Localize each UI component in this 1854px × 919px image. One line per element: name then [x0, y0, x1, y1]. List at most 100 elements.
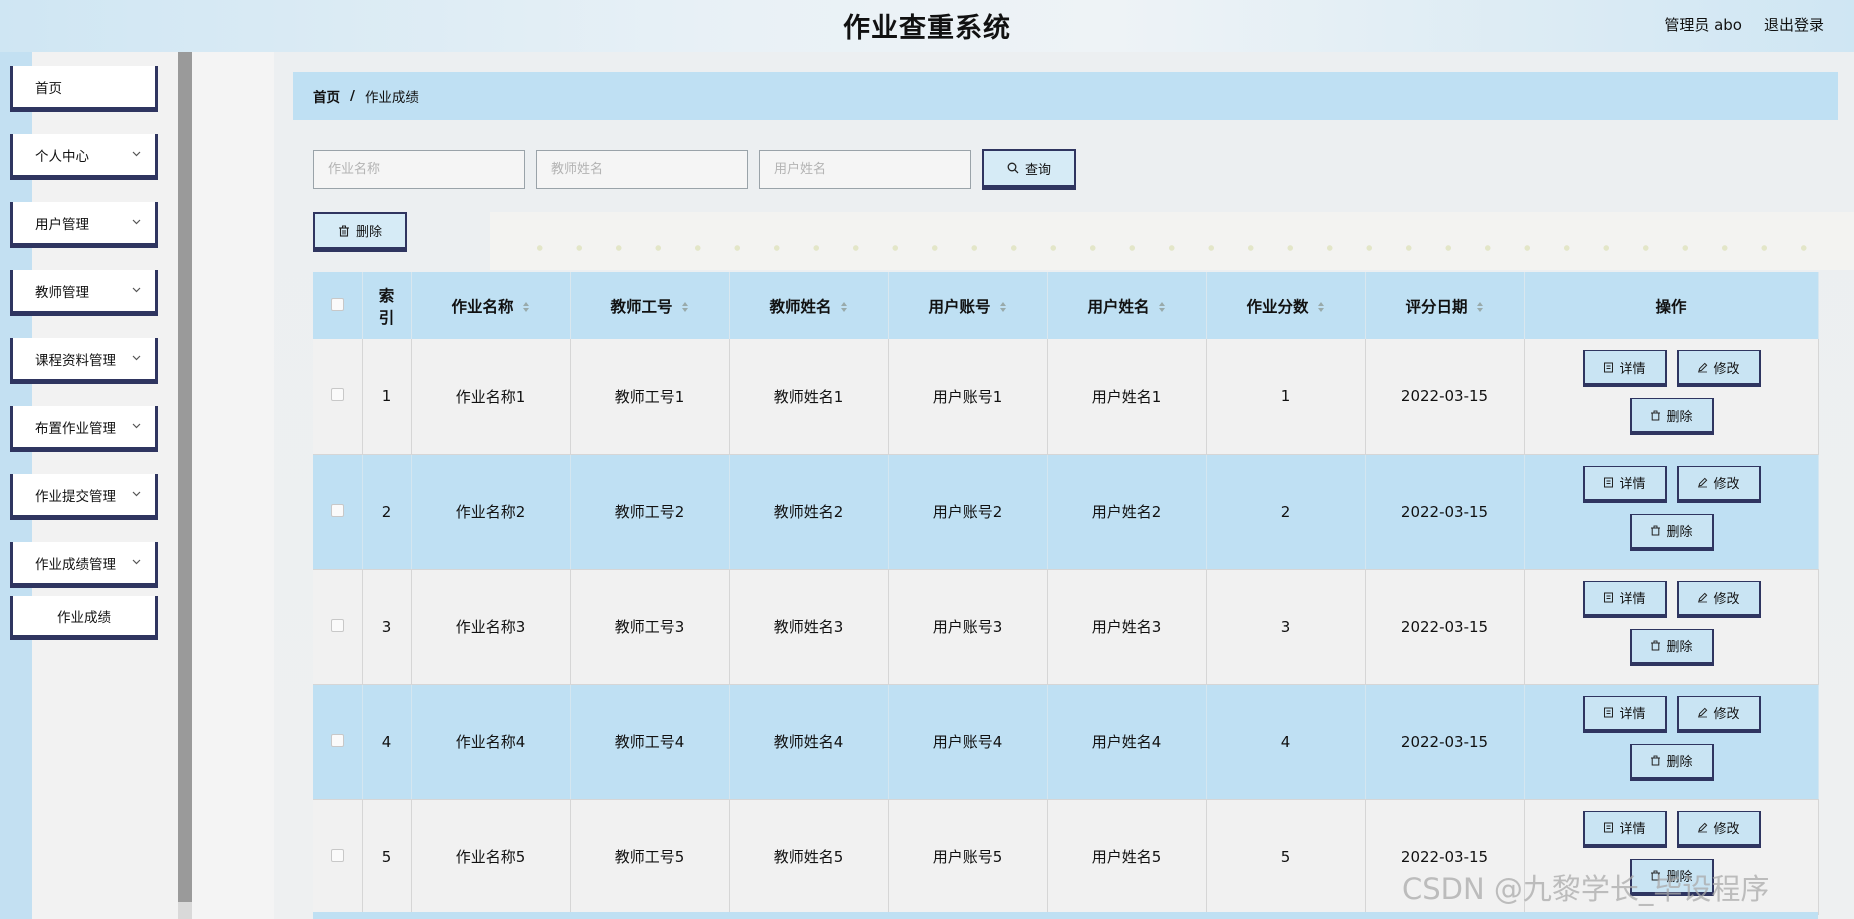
cell-teacher-no: 教师工号5 — [570, 799, 730, 915]
sort-icon[interactable] — [1476, 301, 1484, 313]
header-user-name[interactable]: 用户姓名 — [1047, 272, 1207, 339]
chevron-down-icon — [132, 219, 141, 225]
row-checkbox[interactable] — [330, 618, 344, 632]
sidebar-item-label: 作业提交管理 — [35, 488, 116, 505]
edit-button[interactable]: 修改 — [1676, 350, 1761, 387]
cell-homework-name: 作业名称3 — [411, 569, 571, 685]
sidebar-item-7[interactable]: 作业成绩管理 — [10, 542, 158, 588]
sidebar-subitem-homework-grades[interactable]: 作业成绩 — [10, 596, 158, 640]
sidebar-item-label: 作业成绩管理 — [35, 556, 116, 573]
results-table: 索引 作业名称 教师工号 教师姓名 用户账号 用户姓名 作业分数 评分日期 操作… — [313, 272, 1819, 915]
pencil-icon — [1698, 477, 1708, 488]
detail-button[interactable]: 详情 — [1582, 810, 1667, 848]
edit-button[interactable]: 修改 — [1676, 465, 1761, 503]
delete-button[interactable]: 删除 — [1629, 398, 1714, 435]
sidebar-item-2[interactable]: 用户管理 — [10, 202, 158, 248]
edit-label: 修改 — [1713, 822, 1740, 837]
trash-icon — [1651, 640, 1661, 651]
cell-teacher-name: 教师姓名2 — [729, 454, 889, 570]
edit-button[interactable]: 修改 — [1676, 695, 1761, 733]
edit-button[interactable]: 修改 — [1676, 810, 1761, 848]
cell-score: 1 — [1206, 339, 1366, 455]
header-user-account[interactable]: 用户账号 — [888, 272, 1048, 339]
detail-label: 详情 — [1619, 707, 1646, 722]
delete-label: 删除 — [1666, 409, 1693, 425]
row-checkbox[interactable] — [330, 848, 344, 862]
homework-name-input[interactable] — [313, 150, 525, 189]
detail-button[interactable]: 详情 — [1582, 695, 1667, 733]
detail-button[interactable]: 详情 — [1582, 350, 1667, 387]
delete-button[interactable]: 删除 — [1629, 513, 1714, 551]
header-teacher-no[interactable]: 教师工号 — [570, 272, 730, 339]
detail-button[interactable]: 详情 — [1582, 580, 1667, 618]
edit-label: 修改 — [1713, 592, 1740, 607]
pencil-icon — [1698, 592, 1708, 603]
document-icon — [1604, 592, 1614, 603]
sidebar-subitem-label: 作业成绩 — [57, 609, 111, 626]
cell-actions: 详情 修改删除 — [1524, 569, 1819, 685]
sort-icon[interactable] — [522, 301, 530, 313]
breadcrumb-home[interactable]: 首页 — [313, 86, 340, 106]
document-icon — [1604, 477, 1614, 488]
row-checkbox[interactable] — [330, 733, 344, 747]
header-homework-name[interactable]: 作业名称 — [411, 272, 571, 339]
trash-icon — [1651, 755, 1661, 766]
sort-icon[interactable] — [1317, 301, 1325, 313]
header-date[interactable]: 评分日期 — [1365, 272, 1525, 339]
sort-icon[interactable] — [999, 301, 1007, 313]
document-icon — [1604, 822, 1614, 833]
detail-label: 详情 — [1619, 822, 1646, 837]
logout-link[interactable]: 退出登录 — [1764, 14, 1824, 35]
select-all-header — [313, 272, 363, 339]
edit-button[interactable]: 修改 — [1676, 580, 1761, 618]
select-all-checkbox[interactable] — [330, 297, 344, 311]
sidebar-item-4[interactable]: 课程资料管理 — [10, 338, 158, 384]
teacher-name-input[interactable] — [536, 150, 748, 189]
table-row: 1 作业名称1 教师工号1 教师姓名1 用户账号1 用户姓名1 1 2022-03-15 详情修… — [313, 339, 1819, 455]
chevron-down-icon — [132, 423, 141, 429]
detail-label: 详情 — [1619, 592, 1646, 607]
current-user[interactable]: 管理员 abo — [1664, 14, 1742, 35]
cell-user-name: 用户姓名3 — [1047, 569, 1207, 685]
sort-icon[interactable] — [840, 301, 848, 313]
cell-date: 2022-03-15 — [1365, 569, 1525, 685]
trash-icon — [338, 225, 349, 237]
cell-user-account: 用户账号1 — [888, 339, 1048, 455]
cell-score: 2 — [1206, 454, 1366, 570]
detail-button[interactable]: 详情 — [1582, 465, 1667, 503]
batch-delete-button[interactable]: 删除 — [313, 212, 407, 252]
sidebar-item-0[interactable]: 首页 — [10, 66, 158, 112]
sort-icon[interactable] — [1158, 301, 1166, 313]
cell-score: 3 — [1206, 569, 1366, 685]
row-select-cell — [313, 569, 363, 685]
cell-date: 2022-03-15 — [1365, 339, 1525, 455]
sidebar-item-5[interactable]: 布置作业管理 — [10, 406, 158, 452]
user-name-input[interactable] — [759, 150, 971, 189]
breadcrumb-separator: / — [350, 88, 355, 104]
sidebar-item-label: 布置作业管理 — [35, 420, 116, 437]
cell-user-name: 用户姓名2 — [1047, 454, 1207, 570]
cell-user-name: 用户姓名1 — [1047, 339, 1207, 455]
sidebar-item-3[interactable]: 教师管理 — [10, 270, 158, 316]
row-checkbox[interactable] — [330, 503, 344, 517]
cell-user-account: 用户账号2 — [888, 454, 1048, 570]
sidebar-item-1[interactable]: 个人中心 — [10, 134, 158, 180]
sidebar-item-label: 课程资料管理 — [35, 352, 116, 369]
sort-icon[interactable] — [681, 301, 689, 313]
header-score[interactable]: 作业分数 — [1206, 272, 1366, 339]
row-checkbox[interactable] — [330, 388, 344, 402]
cell-score: 4 — [1206, 684, 1366, 800]
cell-teacher-name: 教师姓名1 — [729, 339, 889, 455]
query-button[interactable]: 查询 — [982, 149, 1076, 190]
cell-user-account: 用户账号5 — [888, 799, 1048, 915]
sidebar-scrollbar[interactable] — [178, 52, 192, 902]
table-row: 3 作业名称3 教师工号3 教师姓名3 用户账号3 用户姓名3 3 2022-03-15 详情修… — [313, 569, 1819, 685]
trash-icon — [1651, 410, 1661, 420]
cell-teacher-name: 教师姓名3 — [729, 569, 889, 685]
sidebar-item-6[interactable]: 作业提交管理 — [10, 474, 158, 520]
delete-button[interactable]: 删除 — [1629, 743, 1714, 781]
header-teacher-name[interactable]: 教师姓名 — [729, 272, 889, 339]
decorative-dots-band — [490, 212, 1854, 270]
delete-button[interactable]: 删除 — [1629, 628, 1714, 666]
edit-label: 修改 — [1713, 477, 1740, 492]
